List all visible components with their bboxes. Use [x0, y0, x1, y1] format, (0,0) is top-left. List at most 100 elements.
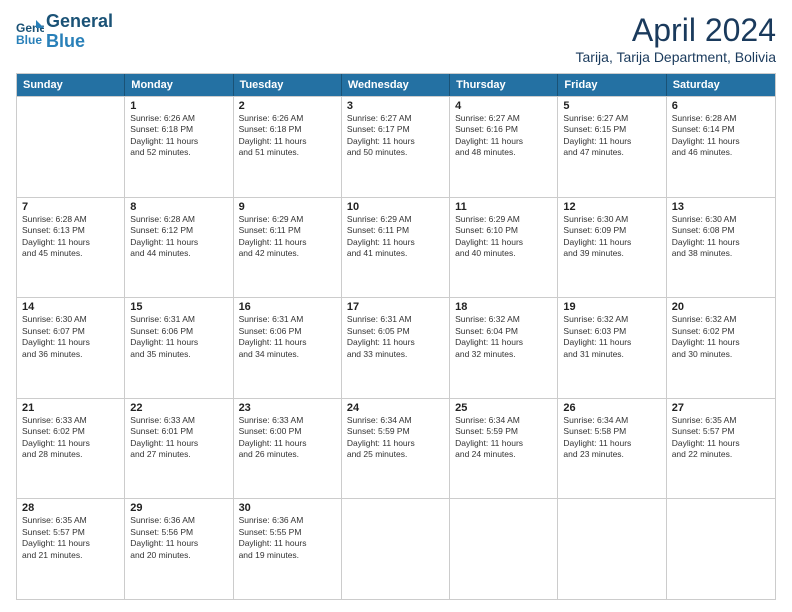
day-number: 21	[22, 402, 119, 414]
day-info: Sunrise: 6:32 AM Sunset: 6:02 PM Dayligh…	[672, 314, 770, 360]
day-number: 22	[130, 402, 227, 414]
calendar-cell: 23Sunrise: 6:33 AM Sunset: 6:00 PM Dayli…	[234, 399, 342, 499]
day-info: Sunrise: 6:32 AM Sunset: 6:04 PM Dayligh…	[455, 314, 552, 360]
day-number: 28	[22, 502, 119, 514]
logo-line2: Blue	[46, 32, 113, 52]
calendar-cell: 13Sunrise: 6:30 AM Sunset: 6:08 PM Dayli…	[667, 198, 775, 298]
day-number: 5	[563, 100, 660, 112]
calendar-cell: 6Sunrise: 6:28 AM Sunset: 6:14 PM Daylig…	[667, 97, 775, 197]
day-info: Sunrise: 6:28 AM Sunset: 6:14 PM Dayligh…	[672, 113, 770, 159]
day-number: 7	[22, 201, 119, 213]
header-day-tuesday: Tuesday	[234, 74, 342, 96]
day-info: Sunrise: 6:28 AM Sunset: 6:12 PM Dayligh…	[130, 214, 227, 260]
day-number: 27	[672, 402, 770, 414]
day-number: 19	[563, 301, 660, 313]
day-info: Sunrise: 6:35 AM Sunset: 5:57 PM Dayligh…	[22, 515, 119, 561]
calendar-cell: 29Sunrise: 6:36 AM Sunset: 5:56 PM Dayli…	[125, 499, 233, 599]
day-number: 9	[239, 201, 336, 213]
page: General Blue General Blue April 2024 Tar…	[0, 0, 792, 612]
day-info: Sunrise: 6:27 AM Sunset: 6:17 PM Dayligh…	[347, 113, 444, 159]
day-number: 29	[130, 502, 227, 514]
calendar-week-5: 28Sunrise: 6:35 AM Sunset: 5:57 PM Dayli…	[17, 498, 775, 599]
calendar-cell: 20Sunrise: 6:32 AM Sunset: 6:02 PM Dayli…	[667, 298, 775, 398]
day-info: Sunrise: 6:26 AM Sunset: 6:18 PM Dayligh…	[239, 113, 336, 159]
calendar-cell: 7Sunrise: 6:28 AM Sunset: 6:13 PM Daylig…	[17, 198, 125, 298]
header-day-wednesday: Wednesday	[342, 74, 450, 96]
calendar-cell: 12Sunrise: 6:30 AM Sunset: 6:09 PM Dayli…	[558, 198, 666, 298]
day-number: 30	[239, 502, 336, 514]
day-info: Sunrise: 6:33 AM Sunset: 6:00 PM Dayligh…	[239, 415, 336, 461]
calendar-body: 1Sunrise: 6:26 AM Sunset: 6:18 PM Daylig…	[17, 96, 775, 599]
logo-icon: General Blue	[16, 18, 44, 46]
day-info: Sunrise: 6:27 AM Sunset: 6:15 PM Dayligh…	[563, 113, 660, 159]
day-info: Sunrise: 6:29 AM Sunset: 6:11 PM Dayligh…	[347, 214, 444, 260]
day-number: 17	[347, 301, 444, 313]
header-day-saturday: Saturday	[667, 74, 775, 96]
day-number: 16	[239, 301, 336, 313]
day-number: 26	[563, 402, 660, 414]
title-block: April 2024 Tarija, Tarija Department, Bo…	[576, 12, 777, 65]
calendar-cell: 25Sunrise: 6:34 AM Sunset: 5:59 PM Dayli…	[450, 399, 558, 499]
day-info: Sunrise: 6:30 AM Sunset: 6:09 PM Dayligh…	[563, 214, 660, 260]
header-day-sunday: Sunday	[17, 74, 125, 96]
day-info: Sunrise: 6:27 AM Sunset: 6:16 PM Dayligh…	[455, 113, 552, 159]
calendar-cell: 5Sunrise: 6:27 AM Sunset: 6:15 PM Daylig…	[558, 97, 666, 197]
day-info: Sunrise: 6:29 AM Sunset: 6:11 PM Dayligh…	[239, 214, 336, 260]
calendar-week-4: 21Sunrise: 6:33 AM Sunset: 6:02 PM Dayli…	[17, 398, 775, 499]
day-number: 4	[455, 100, 552, 112]
logo-line1: General	[46, 12, 113, 32]
day-info: Sunrise: 6:30 AM Sunset: 6:08 PM Dayligh…	[672, 214, 770, 260]
calendar: SundayMondayTuesdayWednesdayThursdayFrid…	[16, 73, 776, 600]
calendar-cell: 9Sunrise: 6:29 AM Sunset: 6:11 PM Daylig…	[234, 198, 342, 298]
calendar-cell: 17Sunrise: 6:31 AM Sunset: 6:05 PM Dayli…	[342, 298, 450, 398]
calendar-cell: 19Sunrise: 6:32 AM Sunset: 6:03 PM Dayli…	[558, 298, 666, 398]
day-number: 24	[347, 402, 444, 414]
calendar-cell	[558, 499, 666, 599]
day-number: 15	[130, 301, 227, 313]
calendar-cell	[17, 97, 125, 197]
location-subtitle: Tarija, Tarija Department, Bolivia	[576, 49, 777, 65]
calendar-cell: 1Sunrise: 6:26 AM Sunset: 6:18 PM Daylig…	[125, 97, 233, 197]
calendar-cell	[667, 499, 775, 599]
calendar-header: SundayMondayTuesdayWednesdayThursdayFrid…	[17, 74, 775, 96]
calendar-cell: 18Sunrise: 6:32 AM Sunset: 6:04 PM Dayli…	[450, 298, 558, 398]
svg-text:Blue: Blue	[16, 33, 42, 46]
day-info: Sunrise: 6:26 AM Sunset: 6:18 PM Dayligh…	[130, 113, 227, 159]
day-number: 25	[455, 402, 552, 414]
calendar-cell: 3Sunrise: 6:27 AM Sunset: 6:17 PM Daylig…	[342, 97, 450, 197]
day-number: 10	[347, 201, 444, 213]
day-number: 3	[347, 100, 444, 112]
day-number: 18	[455, 301, 552, 313]
day-number: 14	[22, 301, 119, 313]
calendar-cell: 26Sunrise: 6:34 AM Sunset: 5:58 PM Dayli…	[558, 399, 666, 499]
day-number: 8	[130, 201, 227, 213]
day-info: Sunrise: 6:36 AM Sunset: 5:56 PM Dayligh…	[130, 515, 227, 561]
calendar-cell: 11Sunrise: 6:29 AM Sunset: 6:10 PM Dayli…	[450, 198, 558, 298]
calendar-cell: 28Sunrise: 6:35 AM Sunset: 5:57 PM Dayli…	[17, 499, 125, 599]
calendar-cell: 10Sunrise: 6:29 AM Sunset: 6:11 PM Dayli…	[342, 198, 450, 298]
day-info: Sunrise: 6:36 AM Sunset: 5:55 PM Dayligh…	[239, 515, 336, 561]
day-number: 1	[130, 100, 227, 112]
calendar-cell: 15Sunrise: 6:31 AM Sunset: 6:06 PM Dayli…	[125, 298, 233, 398]
day-info: Sunrise: 6:33 AM Sunset: 6:02 PM Dayligh…	[22, 415, 119, 461]
day-info: Sunrise: 6:30 AM Sunset: 6:07 PM Dayligh…	[22, 314, 119, 360]
day-number: 13	[672, 201, 770, 213]
header-day-friday: Friday	[558, 74, 666, 96]
calendar-cell: 4Sunrise: 6:27 AM Sunset: 6:16 PM Daylig…	[450, 97, 558, 197]
calendar-cell: 30Sunrise: 6:36 AM Sunset: 5:55 PM Dayli…	[234, 499, 342, 599]
calendar-cell: 14Sunrise: 6:30 AM Sunset: 6:07 PM Dayli…	[17, 298, 125, 398]
day-info: Sunrise: 6:33 AM Sunset: 6:01 PM Dayligh…	[130, 415, 227, 461]
calendar-cell	[342, 499, 450, 599]
day-number: 12	[563, 201, 660, 213]
header-day-monday: Monday	[125, 74, 233, 96]
day-info: Sunrise: 6:29 AM Sunset: 6:10 PM Dayligh…	[455, 214, 552, 260]
calendar-cell: 16Sunrise: 6:31 AM Sunset: 6:06 PM Dayli…	[234, 298, 342, 398]
logo: General Blue General Blue	[16, 12, 113, 52]
day-info: Sunrise: 6:34 AM Sunset: 5:58 PM Dayligh…	[563, 415, 660, 461]
day-number: 2	[239, 100, 336, 112]
calendar-cell: 8Sunrise: 6:28 AM Sunset: 6:12 PM Daylig…	[125, 198, 233, 298]
day-info: Sunrise: 6:31 AM Sunset: 6:05 PM Dayligh…	[347, 314, 444, 360]
day-info: Sunrise: 6:34 AM Sunset: 5:59 PM Dayligh…	[455, 415, 552, 461]
day-number: 6	[672, 100, 770, 112]
calendar-cell	[450, 499, 558, 599]
